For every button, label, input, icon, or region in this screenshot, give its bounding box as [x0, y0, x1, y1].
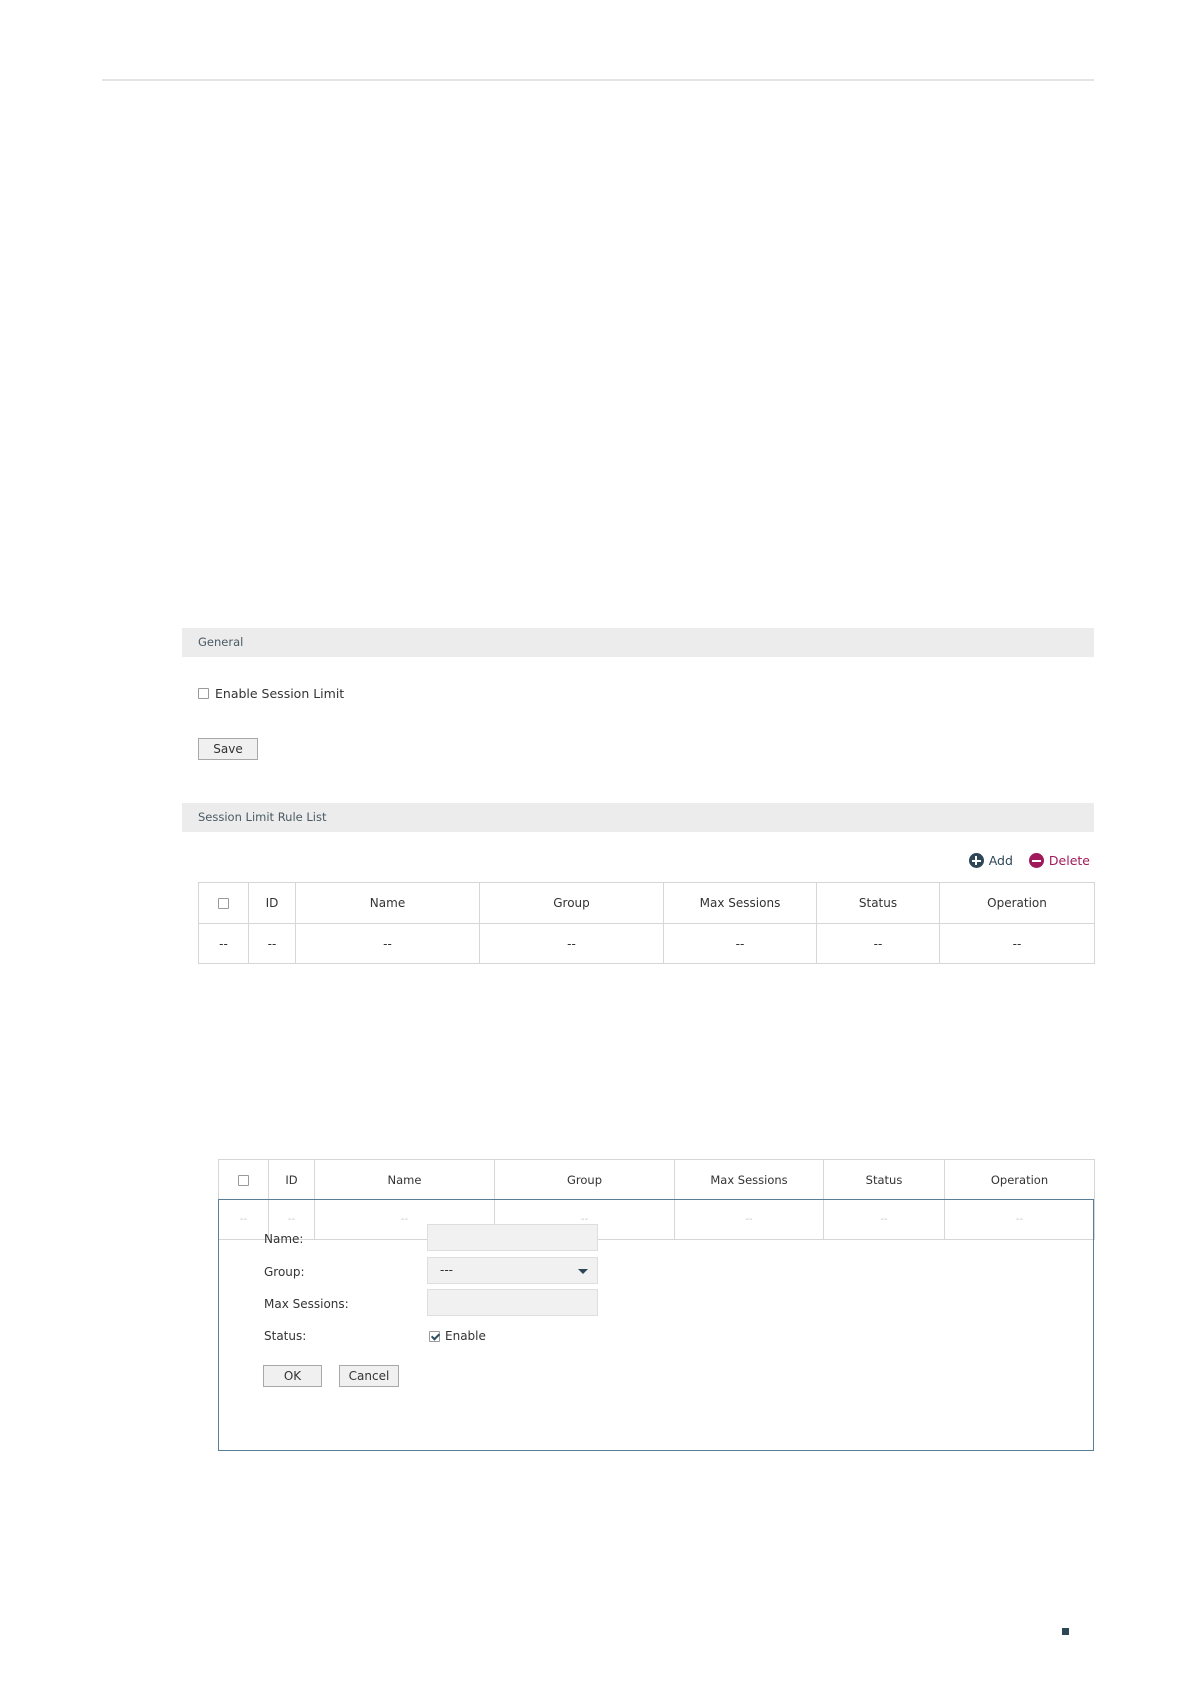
table-header-row: ID Name Group Max Sessions Status Operat…: [218, 1159, 1095, 1200]
status-label: Status:: [264, 1329, 307, 1343]
select-all-cell[interactable]: [218, 1159, 269, 1200]
delete-label: Delete: [1048, 853, 1090, 868]
table-cell: --: [295, 923, 480, 964]
cancel-button[interactable]: Cancel: [339, 1365, 399, 1387]
column-header-id: ID: [248, 882, 296, 924]
section-general-title: General: [198, 635, 244, 649]
table-cell: --: [663, 923, 817, 964]
page-header-rule: [102, 79, 1094, 81]
table-cell: --: [479, 923, 664, 964]
column-header-status: Status: [823, 1159, 945, 1200]
column-header-name: Name: [295, 882, 480, 924]
add-label: Add: [988, 853, 1013, 868]
column-header-max-sessions: Max Sessions: [663, 882, 817, 924]
name-input[interactable]: [427, 1224, 598, 1251]
section-general-header: General: [182, 628, 1094, 657]
group-select[interactable]: ---: [427, 1257, 598, 1284]
table-cell: --: [198, 923, 249, 964]
delete-icon: [1028, 853, 1044, 868]
section-rule-list-title: Session Limit Rule List: [198, 810, 327, 824]
column-header-group: Group: [479, 882, 664, 924]
page-marker: [1062, 1628, 1069, 1635]
column-header-group: Group: [494, 1159, 675, 1200]
status-enable-checkbox[interactable]: [429, 1330, 440, 1342]
add-button[interactable]: Add: [968, 853, 1013, 868]
enable-session-limit[interactable]: Enable Session Limit: [198, 686, 344, 701]
status-enable[interactable]: Enable: [429, 1329, 486, 1343]
enable-session-limit-checkbox[interactable]: [198, 688, 209, 699]
table-cell: --: [816, 923, 940, 964]
select-all-cell[interactable]: [198, 882, 249, 924]
add-rule-panel: ID Name Group Max Sessions Status Operat…: [218, 1159, 1095, 1451]
column-header-max-sessions: Max Sessions: [674, 1159, 824, 1200]
table-cell: --: [248, 923, 296, 964]
max-sessions-label: Max Sessions:: [264, 1297, 349, 1311]
chevron-down-icon: [578, 1269, 588, 1274]
edit-form: Name: Group: --- Max Sessions: Status: E…: [218, 1199, 1094, 1451]
section-rule-list-header: Session Limit Rule List: [182, 803, 1094, 832]
table-actions: Add Delete: [968, 853, 1090, 868]
rule-list-table: ID Name Group Max Sessions Status Operat…: [198, 882, 1095, 964]
column-header-operation: Operation: [939, 882, 1095, 924]
save-button[interactable]: Save: [198, 738, 258, 760]
ok-button[interactable]: OK: [263, 1365, 322, 1387]
column-header-status: Status: [816, 882, 940, 924]
group-select-value: ---: [440, 1263, 453, 1277]
table-row: -- -- -- -- -- -- --: [198, 923, 1095, 964]
table-cell: --: [939, 923, 1095, 964]
enable-session-limit-label: Enable Session Limit: [215, 686, 345, 701]
select-all-checkbox[interactable]: [218, 898, 229, 909]
group-label: Group:: [264, 1265, 305, 1279]
select-all-checkbox[interactable]: [238, 1174, 249, 1186]
add-icon: [968, 853, 984, 868]
delete-button[interactable]: Delete: [1028, 853, 1090, 868]
column-header-operation: Operation: [944, 1159, 1095, 1200]
column-header-id: ID: [268, 1159, 315, 1200]
max-sessions-input[interactable]: [427, 1289, 598, 1316]
column-header-name: Name: [314, 1159, 495, 1200]
table-header-row: ID Name Group Max Sessions Status Operat…: [198, 882, 1095, 924]
name-label: Name:: [264, 1232, 304, 1246]
status-enable-label: Enable: [445, 1329, 486, 1343]
